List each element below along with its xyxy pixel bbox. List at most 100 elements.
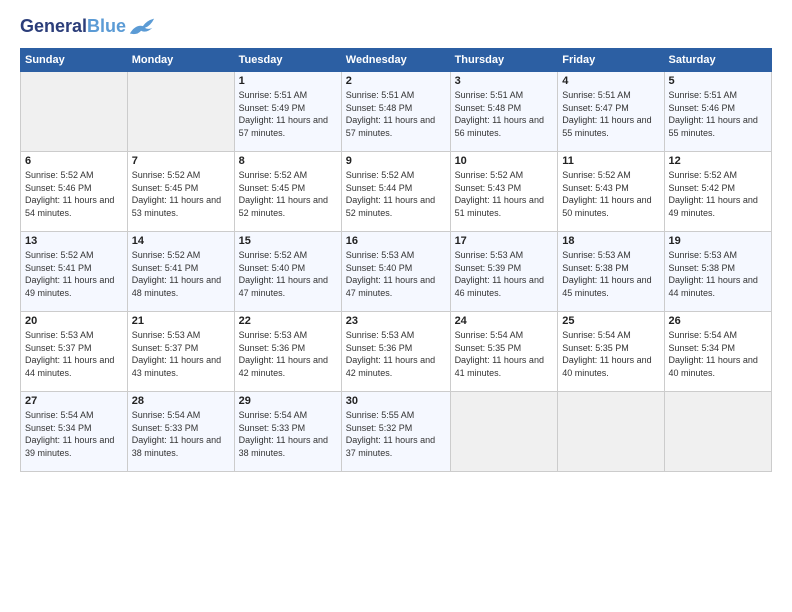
- day-info: Sunrise: 5:54 AMSunset: 5:34 PMDaylight:…: [669, 329, 767, 379]
- weekday-header-wednesday: Wednesday: [341, 49, 450, 72]
- day-info: Sunrise: 5:52 AMSunset: 5:45 PMDaylight:…: [239, 169, 337, 219]
- calendar-cell: 3 Sunrise: 5:51 AMSunset: 5:48 PMDaylight…: [450, 72, 558, 152]
- day-number: 16: [346, 235, 446, 247]
- day-number: 8: [239, 155, 337, 167]
- day-info: Sunrise: 5:51 AMSunset: 5:48 PMDaylight:…: [455, 89, 554, 139]
- calendar-cell: [558, 392, 664, 472]
- day-info: Sunrise: 5:53 AMSunset: 5:38 PMDaylight:…: [669, 249, 767, 299]
- calendar-cell: 18 Sunrise: 5:53 AMSunset: 5:38 PMDayligh…: [558, 232, 664, 312]
- day-number: 26: [669, 315, 767, 327]
- calendar-cell: 8 Sunrise: 5:52 AMSunset: 5:45 PMDaylight…: [234, 152, 341, 232]
- weekday-header-friday: Friday: [558, 49, 664, 72]
- day-info: Sunrise: 5:53 AMSunset: 5:37 PMDaylight:…: [132, 329, 230, 379]
- calendar-cell: 9 Sunrise: 5:52 AMSunset: 5:44 PMDaylight…: [341, 152, 450, 232]
- calendar-cell: 7Sunrise: 5:52 AMSunset: 5:45 PMDaylight…: [127, 152, 234, 232]
- day-number: 1: [239, 75, 337, 87]
- calendar-week-3: 13 Sunrise: 5:52 AMSunset: 5:41 PMDayligh…: [21, 232, 772, 312]
- calendar-cell: 17 Sunrise: 5:53 AMSunset: 5:39 PMDayligh…: [450, 232, 558, 312]
- weekday-header-row: SundayMondayTuesdayWednesdayThursdayFrid…: [21, 49, 772, 72]
- day-info: Sunrise: 5:52 AMSunset: 5:46 PMDaylight:…: [25, 169, 123, 219]
- day-info: Sunrise: 5:52 AMSunset: 5:43 PMDaylight:…: [562, 169, 659, 219]
- calendar-cell: 15 Sunrise: 5:52 AMSunset: 5:40 PMDayligh…: [234, 232, 341, 312]
- day-number: 14: [132, 235, 230, 247]
- day-number: 22: [239, 315, 337, 327]
- day-number: 18: [562, 235, 659, 247]
- calendar-cell: 6 Sunrise: 5:52 AMSunset: 5:46 PMDaylight…: [21, 152, 128, 232]
- calendar-cell: 13 Sunrise: 5:52 AMSunset: 5:41 PMDayligh…: [21, 232, 128, 312]
- day-number: 17: [455, 235, 554, 247]
- day-info: Sunrise: 5:54 AMSunset: 5:33 PMDaylight:…: [132, 409, 230, 459]
- day-number: 23: [346, 315, 446, 327]
- day-info: Sunrise: 5:52 AMSunset: 5:43 PMDaylight:…: [455, 169, 554, 219]
- calendar-cell: 24 Sunrise: 5:54 AMSunset: 5:35 PMDayligh…: [450, 312, 558, 392]
- calendar-cell: 16 Sunrise: 5:53 AMSunset: 5:40 PMDayligh…: [341, 232, 450, 312]
- weekday-header-monday: Monday: [127, 49, 234, 72]
- day-info: Sunrise: 5:53 AMSunset: 5:37 PMDaylight:…: [25, 329, 123, 379]
- day-number: 11: [562, 155, 659, 167]
- day-number: 9: [346, 155, 446, 167]
- calendar-cell: 28 Sunrise: 5:54 AMSunset: 5:33 PMDayligh…: [127, 392, 234, 472]
- day-info: Sunrise: 5:54 AMSunset: 5:33 PMDaylight:…: [239, 409, 337, 459]
- day-info: Sunrise: 5:51 AMSunset: 5:49 PMDaylight:…: [239, 89, 337, 139]
- day-info: Sunrise: 5:54 AMSunset: 5:34 PMDaylight:…: [25, 409, 123, 459]
- calendar-cell: 23 Sunrise: 5:53 AMSunset: 5:36 PMDayligh…: [341, 312, 450, 392]
- day-info: Sunrise: 5:52 AMSunset: 5:44 PMDaylight:…: [346, 169, 446, 219]
- calendar-cell: 4 Sunrise: 5:51 AMSunset: 5:47 PMDaylight…: [558, 72, 664, 152]
- calendar-cell: 14 Sunrise: 5:52 AMSunset: 5:41 PMDayligh…: [127, 232, 234, 312]
- calendar-cell: 21 Sunrise: 5:53 AMSunset: 5:37 PMDayligh…: [127, 312, 234, 392]
- day-info: Sunrise: 5:53 AMSunset: 5:36 PMDaylight:…: [239, 329, 337, 379]
- calendar-cell: 2 Sunrise: 5:51 AMSunset: 5:48 PMDaylight…: [341, 72, 450, 152]
- day-info: Sunrise: 5:53 AMSunset: 5:36 PMDaylight:…: [346, 329, 446, 379]
- day-info: Sunrise: 5:51 AMSunset: 5:47 PMDaylight:…: [562, 89, 659, 139]
- calendar-cell: 26 Sunrise: 5:54 AMSunset: 5:34 PMDayligh…: [664, 312, 771, 392]
- calendar-table: SundayMondayTuesdayWednesdayThursdayFrid…: [20, 48, 772, 472]
- day-info: Sunrise: 5:53 AMSunset: 5:38 PMDaylight:…: [562, 249, 659, 299]
- weekday-header-tuesday: Tuesday: [234, 49, 341, 72]
- day-number: 13: [25, 235, 123, 247]
- logo-text: GeneralBlue: [20, 17, 126, 37]
- day-number: 27: [25, 395, 123, 407]
- calendar-week-5: 27 Sunrise: 5:54 AMSunset: 5:34 PMDayligh…: [21, 392, 772, 472]
- day-info: Sunrise: 5:52 AMSunset: 5:40 PMDaylight:…: [239, 249, 337, 299]
- day-number: 29: [239, 395, 337, 407]
- day-number: 28: [132, 395, 230, 407]
- calendar-cell: [127, 72, 234, 152]
- calendar-cell: 11 Sunrise: 5:52 AMSunset: 5:43 PMDayligh…: [558, 152, 664, 232]
- day-info: Sunrise: 5:53 AMSunset: 5:40 PMDaylight:…: [346, 249, 446, 299]
- calendar-cell: 30Sunrise: 5:55 AMSunset: 5:32 PMDayligh…: [341, 392, 450, 472]
- day-number: 5: [669, 75, 767, 87]
- day-number: 2: [346, 75, 446, 87]
- calendar-week-2: 6 Sunrise: 5:52 AMSunset: 5:46 PMDaylight…: [21, 152, 772, 232]
- day-info: Sunrise: 5:53 AMSunset: 5:39 PMDaylight:…: [455, 249, 554, 299]
- calendar-cell: 19Sunrise: 5:53 AMSunset: 5:38 PMDayligh…: [664, 232, 771, 312]
- day-info: Sunrise: 5:54 AMSunset: 5:35 PMDaylight:…: [455, 329, 554, 379]
- day-number: 21: [132, 315, 230, 327]
- day-number: 24: [455, 315, 554, 327]
- day-info: Sunrise: 5:51 AMSunset: 5:48 PMDaylight:…: [346, 89, 446, 139]
- logo-bird-icon: [128, 16, 156, 38]
- day-number: 12: [669, 155, 767, 167]
- header: GeneralBlue: [20, 16, 772, 38]
- calendar-cell: 20 Sunrise: 5:53 AMSunset: 5:37 PMDayligh…: [21, 312, 128, 392]
- day-number: 20: [25, 315, 123, 327]
- day-info: Sunrise: 5:52 AMSunset: 5:41 PMDaylight:…: [25, 249, 123, 299]
- calendar-cell: [21, 72, 128, 152]
- calendar-cell: 25Sunrise: 5:54 AMSunset: 5:35 PMDayligh…: [558, 312, 664, 392]
- calendar-week-4: 20 Sunrise: 5:53 AMSunset: 5:37 PMDayligh…: [21, 312, 772, 392]
- calendar-cell: 10 Sunrise: 5:52 AMSunset: 5:43 PMDayligh…: [450, 152, 558, 232]
- day-number: 6: [25, 155, 123, 167]
- day-info: Sunrise: 5:52 AMSunset: 5:45 PMDaylight:…: [132, 169, 230, 219]
- day-info: Sunrise: 5:55 AMSunset: 5:32 PMDaylight:…: [346, 409, 446, 459]
- day-info: Sunrise: 5:52 AMSunset: 5:41 PMDaylight:…: [132, 249, 230, 299]
- calendar-week-1: 1 Sunrise: 5:51 AMSunset: 5:49 PMDaylight…: [21, 72, 772, 152]
- day-number: 15: [239, 235, 337, 247]
- calendar-cell: 5Sunrise: 5:51 AMSunset: 5:46 PMDaylight…: [664, 72, 771, 152]
- calendar-cell: [450, 392, 558, 472]
- calendar-cell: 12Sunrise: 5:52 AMSunset: 5:42 PMDayligh…: [664, 152, 771, 232]
- day-number: 4: [562, 75, 659, 87]
- logo: GeneralBlue: [20, 16, 156, 38]
- calendar-cell: 27 Sunrise: 5:54 AMSunset: 5:34 PMDayligh…: [21, 392, 128, 472]
- weekday-header-sunday: Sunday: [21, 49, 128, 72]
- day-number: 10: [455, 155, 554, 167]
- day-number: 3: [455, 75, 554, 87]
